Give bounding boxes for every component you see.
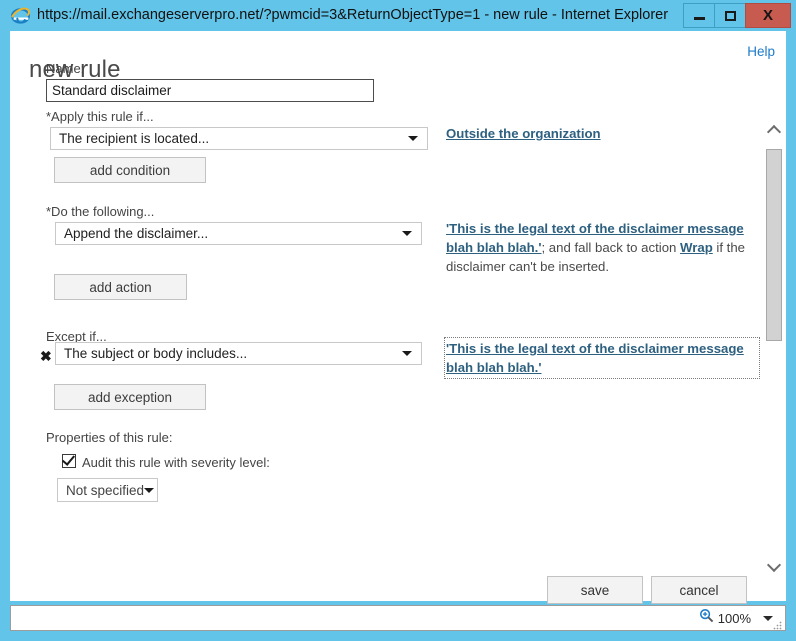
save-button[interactable]: save bbox=[547, 576, 643, 604]
add-exception-button[interactable]: add exception bbox=[54, 384, 206, 410]
window-title: https://mail.exchangeserverpro.net/?pwmc… bbox=[37, 7, 669, 23]
audit-rule-label: Audit this rule with severity level: bbox=[82, 455, 270, 470]
condition-description: Outside the organization bbox=[446, 124, 766, 143]
exception-dropdown-value: The subject or body includes... bbox=[64, 346, 248, 361]
scrollbar-thumb[interactable] bbox=[766, 149, 782, 341]
rule-name-input[interactable] bbox=[46, 79, 374, 102]
close-icon: X bbox=[762, 7, 773, 24]
action-dropdown-value: Append the disclaimer... bbox=[64, 226, 209, 241]
magnifier-icon bbox=[699, 608, 714, 628]
cancel-button[interactable]: cancel bbox=[651, 576, 747, 604]
severity-dropdown[interactable]: Not specified bbox=[57, 478, 158, 502]
scroll-down-button[interactable] bbox=[765, 557, 783, 576]
action-description-mid: ; and fall back to action bbox=[541, 240, 681, 255]
name-label: Name: bbox=[46, 61, 85, 76]
title-bar: https://mail.exchangeserverpro.net/?pwmc… bbox=[0, 0, 796, 31]
status-bar: 100% bbox=[10, 605, 786, 631]
zoom-control[interactable]: 100% bbox=[699, 608, 773, 628]
add-condition-button[interactable]: add condition bbox=[54, 157, 206, 183]
chevron-down-icon bbox=[766, 557, 782, 573]
properties-label: Properties of this rule: bbox=[46, 430, 173, 445]
severity-dropdown-value: Not specified bbox=[66, 482, 145, 498]
chevron-down-icon bbox=[402, 351, 412, 356]
chevron-up-icon bbox=[766, 124, 782, 140]
check-icon bbox=[61, 452, 76, 466]
zoom-level-label: 100% bbox=[717, 610, 751, 626]
maximize-icon bbox=[724, 10, 736, 21]
apply-rule-label: *Apply this rule if... bbox=[46, 109, 154, 124]
action-description: 'This is the legal text of the disclaime… bbox=[446, 219, 764, 276]
internet-explorer-icon bbox=[10, 5, 31, 26]
page-content: Help new rule Name: *Apply this rule if.… bbox=[10, 31, 786, 604]
exception-description: 'This is the legal text of the disclaime… bbox=[444, 337, 760, 379]
condition-dropdown-value: The recipient is located... bbox=[59, 131, 210, 146]
audit-rule-checkbox[interactable] bbox=[61, 452, 76, 468]
maximize-button[interactable] bbox=[714, 3, 746, 28]
chevron-down-icon bbox=[408, 136, 418, 141]
action-fallback-link[interactable]: Wrap bbox=[680, 240, 713, 255]
condition-value-link[interactable]: Outside the organization bbox=[446, 126, 601, 141]
chevron-down-icon bbox=[402, 231, 412, 236]
help-link[interactable]: Help bbox=[747, 44, 775, 59]
resize-grip[interactable] bbox=[772, 617, 782, 630]
condition-dropdown[interactable]: The recipient is located... bbox=[50, 127, 428, 150]
window-controls: X bbox=[683, 3, 791, 28]
add-action-button[interactable]: add action bbox=[54, 274, 187, 300]
exception-dropdown[interactable]: The subject or body includes... bbox=[55, 342, 422, 365]
browser-window: https://mail.exchangeserverpro.net/?pwmc… bbox=[0, 0, 796, 641]
do-following-label: *Do the following... bbox=[46, 204, 155, 219]
delete-exception-icon[interactable]: ✖ bbox=[40, 349, 52, 363]
chevron-down-icon bbox=[144, 487, 155, 493]
scroll-up-button[interactable] bbox=[765, 121, 783, 140]
minimize-icon bbox=[693, 17, 705, 20]
minimize-button[interactable] bbox=[683, 3, 715, 28]
close-button[interactable]: X bbox=[745, 3, 791, 28]
exception-value-link[interactable]: 'This is the legal text of the disclaime… bbox=[446, 341, 744, 375]
vertical-scrollbar[interactable] bbox=[765, 121, 783, 576]
action-dropdown[interactable]: Append the disclaimer... bbox=[55, 222, 422, 245]
